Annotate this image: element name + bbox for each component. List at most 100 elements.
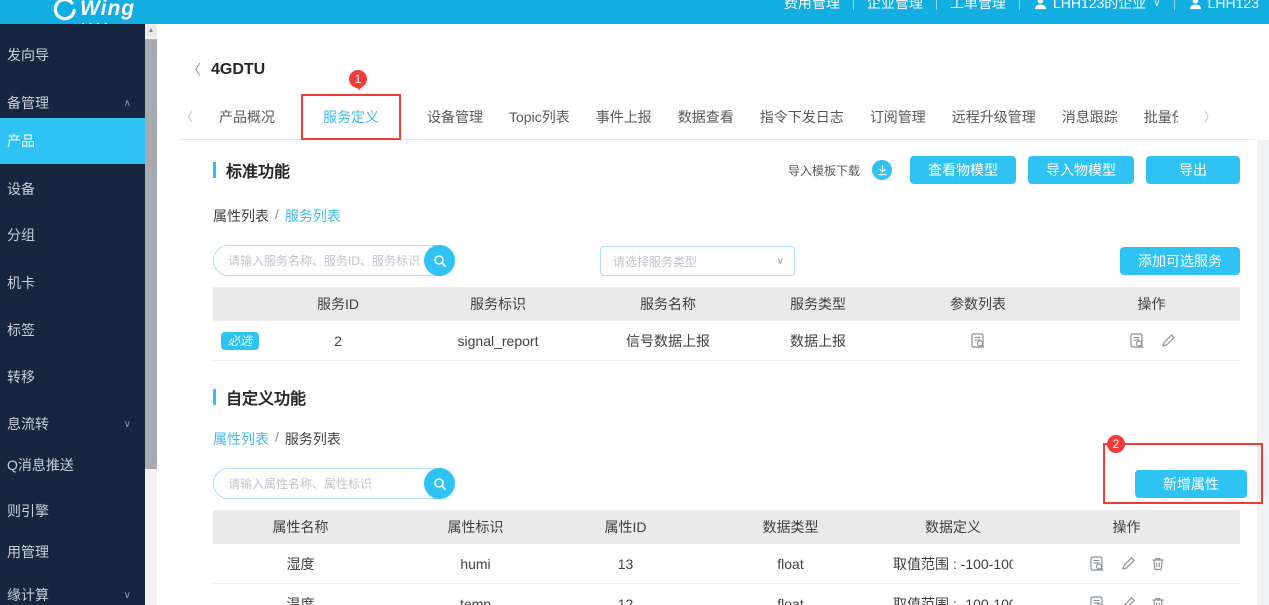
attr-list-link[interactable]: 属性列表 <box>213 206 269 226</box>
nav-divider <box>1173 0 1175 10</box>
search-icon[interactable] <box>424 468 455 499</box>
sidebar-item-app-mgmt[interactable]: 用管理 <box>0 542 145 562</box>
tab-batch-truncated[interactable]: 批量任 <box>1144 107 1178 127</box>
view-params-icon[interactable] <box>1088 555 1106 573</box>
nav-work-order[interactable]: 工单管理 <box>950 0 1006 13</box>
import-model-button[interactable]: 导入物模型 <box>1028 156 1134 184</box>
user-menu[interactable]: LHH123 <box>1188 0 1259 11</box>
scroll-up-icon[interactable]: ▲ <box>145 24 157 37</box>
tab-product-overview[interactable]: 产品概况 <box>219 107 275 127</box>
col-service-identifier: 服务标识 <box>470 296 526 312</box>
custom-section-title: 自定义功能 <box>213 385 306 409</box>
tab-topic-list[interactable]: Topic列表 <box>509 107 570 127</box>
service-list-link[interactable]: 服务列表 <box>285 429 341 449</box>
service-search-input[interactable] <box>214 253 425 268</box>
step-badge-1: 1 <box>349 69 368 90</box>
tab-remote-upgrade[interactable]: 远程升级管理 <box>952 107 1036 127</box>
sidebar-item-message-flow[interactable]: 息流转 ∨ <box>0 414 145 434</box>
table-row: 湿度 humi 13 float 取值范围 : -100-100 <box>213 544 1240 584</box>
step-badge-2: 2 <box>1107 435 1125 453</box>
tab-device-mgmt[interactable]: 设备管理 <box>427 107 483 127</box>
top-navigation: 费用管理 企业管理 工单管理 LHH123的企业 ∨ LHH123 <box>784 0 1259 13</box>
col-param-list: 参数列表 <box>950 296 1006 312</box>
sidebar-item-label: 息流转 <box>7 416 49 432</box>
nav-enterprise-mgmt[interactable]: 企业管理 <box>867 0 923 13</box>
sidebar-item-dev-wizard[interactable]: 发向导 <box>0 45 145 65</box>
main-content: 〈 4GDTU 〈 产品概况 1 服务定义 设备管理 Topic列表 事件上报 … <box>157 24 1269 605</box>
sidebar-item-edge-computing[interactable]: 缘计算 ∨ <box>0 585 145 605</box>
delete-icon[interactable] <box>1150 556 1166 572</box>
tab-service-definition[interactable]: 服务定义 <box>323 109 379 125</box>
service-search <box>213 245 455 276</box>
tab-event-report[interactable]: 事件上报 <box>596 107 652 127</box>
subtab-separator: / <box>275 429 279 445</box>
service-type-select[interactable]: 请选择服务类型 ∨ <box>600 246 795 276</box>
enterprise-menu[interactable]: LHH123的企业 ∨ <box>1033 0 1161 13</box>
sidebar-item-product[interactable]: 产品 <box>0 118 145 164</box>
app-logo[interactable]: Wing ■ ■ ■ ■ <box>52 0 136 24</box>
breadcrumb: 〈 4GDTU <box>187 60 265 80</box>
attr-search-input[interactable] <box>214 476 425 491</box>
cell-attr-identifier: humi <box>460 555 491 572</box>
view-params-icon[interactable] <box>1088 595 1106 605</box>
sidebar-item-group[interactable]: 分组 <box>0 225 145 245</box>
export-button[interactable]: 导出 <box>1146 156 1240 184</box>
tab-message-trace[interactable]: 消息跟踪 <box>1062 107 1118 127</box>
view-params-icon[interactable] <box>1128 332 1146 350</box>
sidebar: 发向导 备管理 ∧ 产品 设备 分组 机卡 标签 转移 息流转 ∨ Q消息推送 则引… <box>0 24 145 605</box>
product-tabbar: 〈 产品概况 1 服务定义 设备管理 Topic列表 事件上报 数据查看 指令下… <box>181 69 1255 140</box>
required-badge: 必选 <box>221 331 260 350</box>
view-model-button[interactable]: 查看物模型 <box>910 156 1016 184</box>
sidebar-scrollbar[interactable]: ▲ <box>145 24 157 605</box>
col-attr-name: 属性名称 <box>272 519 329 535</box>
tabs-scroll-right-icon[interactable]: 〉 <box>1204 108 1216 125</box>
chevron-up-icon: ∧ <box>123 98 131 109</box>
cell-data-definition: 取值范围 : -100-100 <box>893 595 1013 605</box>
table-row: 温度 temp 12 float 取值范围 : -100-100 <box>213 584 1240 605</box>
col-service-type: 服务类型 <box>790 296 846 312</box>
scrollbar-thumb[interactable] <box>145 39 157 469</box>
edit-icon[interactable] <box>1160 333 1176 349</box>
tab-data-view[interactable]: 数据查看 <box>678 107 734 127</box>
chevron-down-icon: ∨ <box>123 590 131 601</box>
col-actions: 操作 <box>1112 519 1141 535</box>
logo-text: Wing <box>80 0 136 20</box>
add-attribute-button[interactable]: 新增属性 <box>1135 470 1247 498</box>
download-icon[interactable] <box>872 160 892 180</box>
select-placeholder: 请选择服务类型 <box>613 254 698 269</box>
edit-icon[interactable] <box>1120 556 1136 572</box>
sidebar-item-device[interactable]: 设备 <box>0 179 145 199</box>
tabs-scroll-left-icon[interactable]: 〈 <box>181 108 193 125</box>
back-arrow-icon[interactable]: 〈 <box>187 60 201 80</box>
nav-divider <box>1018 0 1020 10</box>
sidebar-item-sim-card[interactable]: 机卡 <box>0 273 145 293</box>
nav-billing[interactable]: 费用管理 <box>784 0 840 13</box>
title-accent-bar <box>213 389 216 405</box>
sidebar-item-label: 发向导 <box>7 47 49 63</box>
service-table: 服务ID 服务标识 服务名称 服务类型 参数列表 操作 必选 2 signal_… <box>213 287 1240 361</box>
sidebar-item-mq-push[interactable]: Q消息推送 <box>0 455 145 475</box>
tab-command-log[interactable]: 指令下发日志 <box>760 107 844 127</box>
section-title-text: 标准功能 <box>226 164 291 181</box>
add-optional-service-button[interactable]: 添加可选服务 <box>1120 247 1240 275</box>
subtab-separator: / <box>275 206 279 222</box>
service-list-link[interactable]: 服务列表 <box>285 206 341 226</box>
tab-subscription-mgmt[interactable]: 订阅管理 <box>870 107 926 127</box>
edit-icon[interactable] <box>1120 596 1136 605</box>
sidebar-item-rule-engine[interactable]: 则引擎 <box>0 501 145 521</box>
chevron-down-icon: ∨ <box>1153 0 1161 9</box>
sidebar-item-device-mgmt[interactable]: 备管理 ∧ <box>0 93 145 113</box>
view-params-icon[interactable] <box>969 332 987 350</box>
col-service-name: 服务名称 <box>640 296 696 312</box>
sidebar-item-tag[interactable]: 标签 <box>0 320 145 340</box>
cell-attr-identifier: temp <box>459 595 492 605</box>
cell-attr-name: 温度 <box>286 595 315 605</box>
delete-icon[interactable] <box>1150 596 1166 605</box>
col-attr-id: 属性ID <box>604 519 647 535</box>
sidebar-item-label: 产品 <box>7 133 35 149</box>
wing-logo-icon <box>53 0 76 21</box>
sidebar-item-transfer[interactable]: 转移 <box>0 367 145 387</box>
table-header-row: 属性名称 属性标识 属性ID 数据类型 数据定义 操作 <box>213 510 1240 544</box>
attr-list-link[interactable]: 属性列表 <box>213 429 269 449</box>
search-icon[interactable] <box>424 245 455 276</box>
